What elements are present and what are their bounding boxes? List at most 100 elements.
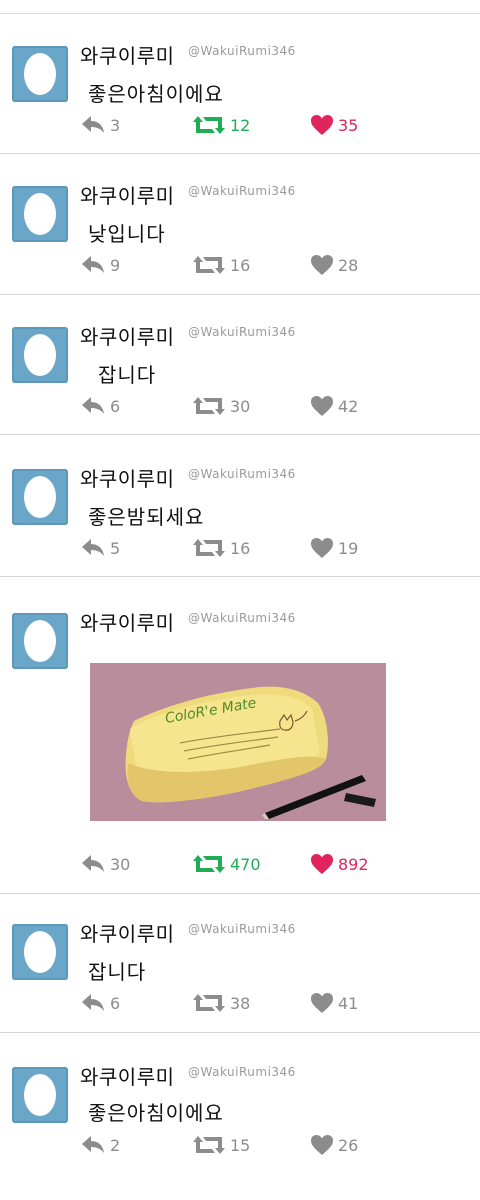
reply-button[interactable]: 5 — [80, 535, 120, 561]
retweet-icon — [192, 114, 226, 136]
user-name[interactable]: 와쿠이루미 — [80, 1061, 175, 1090]
tweet-actions: 2 15 26 — [0, 1132, 480, 1158]
avatar[interactable] — [12, 613, 68, 669]
user-name[interactable]: 와쿠이루미 — [80, 180, 175, 209]
avatar[interactable] — [12, 46, 68, 102]
user-handle[interactable]: @WakuiRumi346 — [188, 922, 296, 936]
avatar[interactable] — [12, 327, 68, 383]
reply-icon — [80, 992, 106, 1014]
retweet-button[interactable]: 16 — [192, 252, 250, 278]
tweet-actions: 5 16 19 — [0, 535, 480, 561]
timeline-feed: 와쿠이루미 @WakuiRumi346 좋은아침이에요 3 12 35 와쿠이루… — [0, 0, 480, 1200]
like-button[interactable]: 19 — [310, 535, 358, 561]
avatar[interactable] — [12, 924, 68, 980]
retweet-button[interactable]: 38 — [192, 990, 250, 1016]
reply-icon — [80, 537, 106, 559]
like-count: 19 — [338, 538, 359, 558]
reply-icon — [80, 395, 106, 417]
avatar[interactable] — [12, 469, 68, 525]
retweet-count: 38 — [230, 993, 251, 1013]
reply-button[interactable]: 3 — [80, 112, 120, 138]
tweet-actions: 6 38 41 — [0, 990, 480, 1016]
retweet-button[interactable]: 12 — [192, 112, 250, 138]
retweet-count: 12 — [230, 115, 251, 135]
retweet-button[interactable]: 15 — [192, 1132, 250, 1158]
reply-button[interactable]: 6 — [80, 393, 120, 419]
reply-count: 6 — [110, 396, 121, 416]
user-handle[interactable]: @WakuiRumi346 — [188, 1065, 296, 1079]
user-handle[interactable]: @WakuiRumi346 — [188, 467, 296, 481]
like-button[interactable]: 42 — [310, 393, 358, 419]
tweet[interactable]: 와쿠이루미 @WakuiRumi346 잡니다 6 38 41 — [0, 894, 480, 1033]
retweet-count: 16 — [230, 255, 251, 275]
tweet-text: 잡니다 — [88, 960, 147, 984]
retweet-count: 30 — [230, 396, 251, 416]
reply-count: 2 — [110, 1135, 121, 1155]
reply-icon — [80, 853, 106, 875]
like-count: 892 — [338, 854, 369, 874]
retweet-count: 470 — [230, 854, 261, 874]
like-button[interactable]: 41 — [310, 990, 358, 1016]
like-count: 26 — [338, 1135, 359, 1155]
heart-icon — [310, 853, 334, 875]
like-button[interactable]: 26 — [310, 1132, 358, 1158]
avatar[interactable] — [12, 1067, 68, 1123]
reply-count: 3 — [110, 115, 121, 135]
user-handle[interactable]: @WakuiRumi346 — [188, 44, 296, 58]
retweet-button[interactable]: 16 — [192, 535, 250, 561]
reply-count: 30 — [110, 854, 131, 874]
retweet-icon — [192, 395, 226, 417]
retweet-icon — [192, 1134, 226, 1156]
heart-icon — [310, 1134, 334, 1156]
tweet[interactable]: 와쿠이루미 @WakuiRumi346 좋은밤되세요 5 16 19 — [0, 435, 480, 577]
reply-count: 5 — [110, 538, 121, 558]
reply-button[interactable]: 30 — [80, 851, 130, 877]
tweet[interactable]: 와쿠이루미 @WakuiRumi346 잡니다 6 30 42 — [0, 295, 480, 435]
like-button[interactable]: 28 — [310, 252, 358, 278]
tweet-actions: 3 12 35 — [0, 112, 480, 138]
user-handle[interactable]: @WakuiRumi346 — [188, 611, 296, 625]
reply-icon — [80, 254, 106, 276]
tweet-actions: 6 30 42 — [0, 393, 480, 419]
retweet-button[interactable]: 30 — [192, 393, 250, 419]
reply-button[interactable]: 9 — [80, 252, 120, 278]
retweet-icon — [192, 537, 226, 559]
user-name[interactable]: 와쿠이루미 — [80, 321, 175, 350]
user-handle[interactable]: @WakuiRumi346 — [188, 325, 296, 339]
user-name[interactable]: 와쿠이루미 — [80, 918, 175, 947]
tweet-image[interactable]: ColoR'e Mate — [90, 663, 386, 821]
reply-count: 6 — [110, 993, 121, 1013]
like-button[interactable]: 35 — [310, 112, 358, 138]
reply-icon — [80, 1134, 106, 1156]
tweet-actions: 9 16 28 — [0, 252, 480, 278]
user-name[interactable]: 와쿠이루미 — [80, 463, 175, 492]
retweet-icon — [192, 853, 226, 875]
user-name[interactable]: 와쿠이루미 — [80, 40, 175, 69]
heart-icon — [310, 395, 334, 417]
like-count: 42 — [338, 396, 359, 416]
tweet[interactable]: 와쿠이루미 @WakuiRumi346 좋은아침이에요 3 12 35 — [0, 14, 480, 154]
retweet-icon — [192, 992, 226, 1014]
heart-icon — [310, 537, 334, 559]
reply-icon — [80, 114, 106, 136]
tweet-text: 좋은아침이에요 — [88, 82, 224, 106]
tweet[interactable]: 와쿠이루미 @WakuiRumi346 ColoR'e Mate 30 470 … — [0, 577, 480, 894]
tweet-text: 잡니다 — [98, 363, 157, 387]
retweet-count: 15 — [230, 1135, 251, 1155]
tweet-text: 낮입니다 — [88, 222, 166, 246]
reply-button[interactable]: 2 — [80, 1132, 120, 1158]
tweet[interactable]: 와쿠이루미 @WakuiRumi346 낮입니다 9 16 28 — [0, 154, 480, 295]
tweet[interactable]: 와쿠이루미 @WakuiRumi346 좋은아침이에요 2 15 26 — [0, 1033, 480, 1200]
heart-icon — [310, 992, 334, 1014]
heart-icon — [310, 114, 334, 136]
avatar[interactable] — [12, 186, 68, 242]
user-name[interactable]: 와쿠이루미 — [80, 607, 175, 636]
user-handle[interactable]: @WakuiRumi346 — [188, 184, 296, 198]
reply-count: 9 — [110, 255, 121, 275]
reply-button[interactable]: 6 — [80, 990, 120, 1016]
like-button[interactable]: 892 — [310, 851, 369, 877]
retweet-button[interactable]: 470 — [192, 851, 261, 877]
heart-icon — [310, 254, 334, 276]
retweet-count: 16 — [230, 538, 251, 558]
tweet-actions: 30 470 892 — [0, 851, 480, 877]
